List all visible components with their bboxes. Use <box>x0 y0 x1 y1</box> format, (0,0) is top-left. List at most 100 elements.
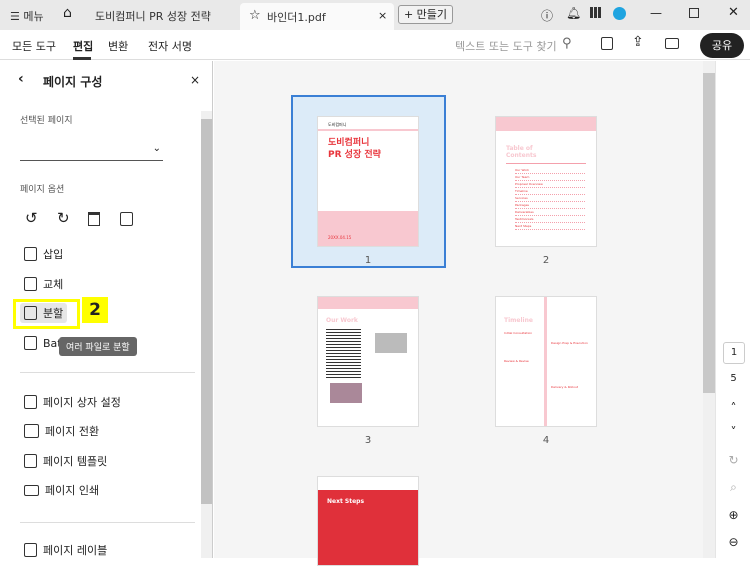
help-icon[interactable]: ⓘ <box>541 7 553 24</box>
panel-title: 페이지 구성 <box>43 75 103 89</box>
close-window-icon[interactable]: ✕ <box>728 5 739 20</box>
back-icon[interactable]: ‹ <box>18 71 24 87</box>
selected-pages-dropdown[interactable]: ⌄ <box>20 139 163 161</box>
delete-icon[interactable] <box>88 212 100 226</box>
tab-label: 바인더1.pdf <box>267 11 326 24</box>
minimize-icon[interactable]: — <box>650 6 662 20</box>
toc-entry: Deliverables <box>515 209 585 216</box>
insert-button[interactable]: 삽입 <box>24 246 63 262</box>
menu-all-tools[interactable]: 모든 도구 <box>12 38 56 54</box>
tab-bar: ☰ 메뉴 ⌂ 도비컴퍼니 PR 성장 전략 ☆ 바인더1.pdf × + 만들기… <box>0 0 750 30</box>
split-button[interactable]: 분할 <box>20 303 68 323</box>
cover-date: 20XX.04.15 <box>328 235 352 240</box>
page-box-label: 페이지 상자 설정 <box>43 396 121 409</box>
search-icon[interactable]: ⚲ <box>562 36 572 51</box>
page-number: 2 <box>542 255 550 266</box>
toc-entry: Services <box>515 195 585 202</box>
page-print-label: 페이지 인쇄 <box>45 484 100 497</box>
page-thumbnail-2[interactable]: Table of Contents Our Work Our Team Proposa… <box>495 116 597 247</box>
toc-entry: Our Team <box>515 174 585 181</box>
insert-icon <box>24 247 37 261</box>
brand-text: 도비컴퍼니 <box>328 122 347 127</box>
selected-pages-label: 선택된 페이지 <box>20 116 73 126</box>
extract-icon[interactable] <box>120 212 133 226</box>
share-button[interactable]: 공유 <box>700 33 744 58</box>
scrollbar-thumb[interactable] <box>201 119 212 504</box>
active-indicator <box>73 57 91 60</box>
page-number: 1 <box>364 255 372 266</box>
main-scrollbar[interactable] <box>703 61 715 558</box>
print-icon[interactable] <box>665 38 679 49</box>
page-box-icon <box>24 395 37 409</box>
split-icon <box>24 306 37 320</box>
avatar[interactable] <box>613 7 626 20</box>
rotate-right-icon[interactable]: ↻ <box>57 209 70 227</box>
page-thumbnail-1[interactable]: 도비컴퍼니 도비컴퍼니 PR 성장 전략 20XX.04.15 <box>317 116 419 247</box>
save-icon[interactable] <box>601 37 613 50</box>
split-label: 분할 <box>43 307 64 320</box>
template-icon <box>24 454 37 468</box>
divider <box>20 522 195 523</box>
maximize-icon[interactable] <box>689 8 699 18</box>
chevron-down-icon: ⌄ <box>152 143 161 154</box>
page-number: 4 <box>542 435 550 446</box>
batch-icon <box>24 336 37 350</box>
close-panel-icon[interactable]: × <box>190 73 200 87</box>
replace-label: 교체 <box>43 278 64 291</box>
page-number: 3 <box>364 435 372 446</box>
home-icon[interactable]: ⌂ <box>63 5 72 21</box>
rotate-left-icon[interactable]: ↺ <box>25 209 38 227</box>
organize-pages-panel: ‹ 페이지 구성 × 선택된 페이지 ⌄ 페이지 옵션 ↺ ↻ 삽입 교체 2 … <box>0 61 213 558</box>
scrollbar-thumb[interactable] <box>703 73 715 393</box>
step-annotation: 2 <box>82 297 108 323</box>
menu-esign[interactable]: 전자 서명 <box>148 38 192 54</box>
print-icon <box>24 484 39 496</box>
star-icon[interactable]: ☆ <box>249 8 261 23</box>
page-thumbnails-area: 도비컴퍼니 도비컴퍼니 PR 성장 전략 20XX.04.15 1 Table o… <box>214 61 715 566</box>
replace-icon <box>24 277 37 291</box>
page-transition-button[interactable]: 페이지 전환 <box>24 423 99 439</box>
page-box-button[interactable]: 페이지 상자 설정 <box>24 394 121 410</box>
current-page-input[interactable]: 1 <box>723 342 745 364</box>
tab-document-1[interactable]: 도비컴퍼니 PR 성장 전략 <box>95 8 211 24</box>
rotate-view-icon[interactable]: ↻ <box>716 453 750 467</box>
page-thumbnail-3[interactable]: Our Work <box>317 296 419 427</box>
zoom-out-icon[interactable]: ⊖ <box>716 535 750 549</box>
insert-label: 삽입 <box>43 248 64 261</box>
page-label-label: 페이지 레이블 <box>43 544 108 557</box>
page-label-button[interactable]: 페이지 레이블 <box>24 542 107 558</box>
upload-icon[interactable]: ⇪ <box>632 34 644 50</box>
page-options-label: 페이지 옵션 <box>20 185 65 195</box>
page-template-button[interactable]: 페이지 템플릿 <box>24 453 107 469</box>
new-button[interactable]: + 만들기 <box>398 5 453 24</box>
tooltip: 여러 파일로 분할 <box>59 337 137 356</box>
toc-entry: Testimonials <box>515 216 585 223</box>
toc-entry: Timeline <box>515 188 585 195</box>
page-label-icon <box>24 543 37 557</box>
replace-button[interactable]: 교체 <box>24 276 63 292</box>
bell-icon[interactable]: 🔔︎ <box>566 6 581 20</box>
page-template-label: 페이지 템플릿 <box>43 455 108 468</box>
close-tab-icon[interactable]: × <box>378 9 387 22</box>
menu-convert[interactable]: 변환 <box>108 38 128 54</box>
new-label: 만들기 <box>416 8 448 21</box>
batch-button[interactable]: Bat <box>24 336 62 350</box>
page-zoom-icon[interactable]: ⌕ <box>716 480 750 495</box>
menu-button[interactable]: ☰ 메뉴 <box>10 8 44 24</box>
tab-binder[interactable]: ☆ 바인더1.pdf × <box>240 3 394 30</box>
toc-entry: Our Work <box>515 167 585 174</box>
apps-icon[interactable] <box>590 7 601 18</box>
toolbar: 모든 도구 편집 변환 전자 서명 텍스트 또는 도구 찾기 ⚲ ⇪ 공유 <box>0 30 750 60</box>
panel-scrollbar[interactable] <box>201 111 212 558</box>
page-thumbnail-5[interactable]: Next Steps <box>317 476 419 566</box>
next-page-icon[interactable]: ˅ <box>716 425 750 439</box>
page-print-button[interactable]: 페이지 인쇄 <box>24 482 99 498</box>
transition-icon <box>24 424 39 438</box>
toc-entry: Packages <box>515 202 585 209</box>
zoom-in-icon[interactable]: ⊕ <box>716 508 750 522</box>
menu-edit[interactable]: 편집 <box>73 38 93 54</box>
previous-page-icon[interactable]: ˄ <box>716 401 750 415</box>
page-thumbnail-4[interactable]: Timeline Initial Consultation Design Pre… <box>495 296 597 427</box>
search-input[interactable]: 텍스트 또는 도구 찾기 <box>455 38 557 54</box>
cover-title: 도비컴퍼니 PR 성장 전략 <box>328 138 381 160</box>
